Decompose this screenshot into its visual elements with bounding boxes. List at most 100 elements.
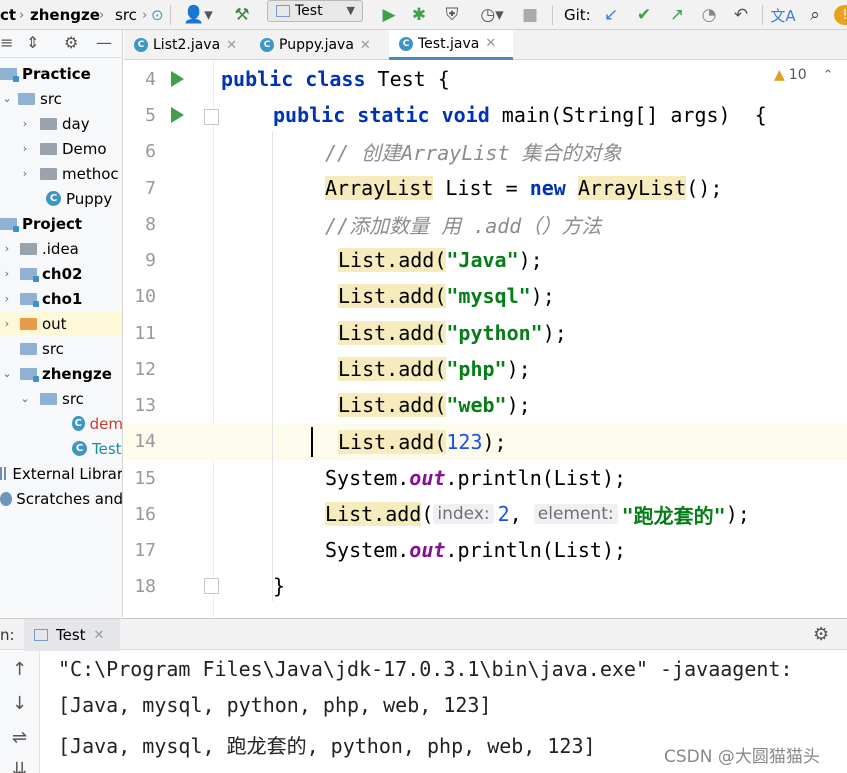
code-text: ( [421,502,434,526]
tree-item-src[interactable]: ⌄ src [0,86,122,111]
warning-icon: ▲ [774,67,785,83]
tab-label: Test.java [418,35,480,52]
keyword: class [305,67,366,91]
keyword: static [357,103,430,127]
inspection-widget[interactable]: ▲ 10 ⌃ [774,67,834,83]
code-line-7: ArrayList List = new ArrayList (); [325,170,722,206]
tree-item-ch02[interactable]: › ch02 [0,261,122,286]
user-dropdown-icon[interactable]: 👤▾ [180,3,216,27]
scroll-to-end-icon[interactable]: ⇊ [12,759,27,773]
chevron-right-icon[interactable]: › [18,167,32,180]
code-line-16: List.add(index: 2, element: "跑龙套的"); [325,496,750,532]
git-commit-check-icon[interactable]: ✔ [633,3,655,27]
soft-wrap-icon[interactable]: ⇌ [12,727,27,748]
minimize-icon[interactable]: — [96,33,112,52]
line-number: 5 [145,105,156,126]
chevron-right-icon[interactable]: › [0,267,14,280]
gear-icon[interactable]: ⚙ [64,33,78,52]
run-config-select[interactable]: Test ▼ [267,0,363,22]
tree-item-scratches[interactable]: Scratches and [0,486,122,511]
module-folder-icon [20,267,39,282]
run-icon[interactable]: ▶ [378,3,400,27]
tab-list2-java[interactable]: C List2.java ✕ [124,30,249,60]
code-editor[interactable]: 4 5 6 7 8 9 10 11 12 13 14 15 16 17 18 ▲… [124,61,847,617]
line-number: 10 [134,286,156,307]
tree-item-method[interactable]: › methoc [0,161,122,186]
line-number: 4 [145,69,156,90]
tree-item-zhengze-src[interactable]: ⌄ src [0,386,122,411]
tree-item-dem[interactable]: C dem [0,411,122,436]
tree-item-cho1[interactable]: › cho1 [0,286,122,311]
console-line: "C:\Program Files\Java\jdk-17.0.3.1\bin\… [58,657,793,681]
notification-icon[interactable]: ! [834,5,847,25]
stop-icon[interactable]: ■ [520,3,540,27]
tree-item-label: cho1 [42,289,83,308]
code-text: (); [686,176,723,200]
tree-item-demo[interactable]: › Demo [0,136,122,161]
chevron-right-icon[interactable]: › [18,117,32,130]
expand-icon[interactable]: ⇕ [26,33,39,52]
tree-item-test[interactable]: C Test [0,436,122,461]
search-icon[interactable]: ⌕ [804,3,826,27]
chevron-down-icon[interactable]: ⌄ [0,92,14,105]
code-line-8: //添加数量 用 .add（）方法 [325,206,601,242]
tree-item-zhengze[interactable]: ⌄ zhengze [0,361,122,386]
git-update-icon[interactable]: ↙ [600,3,622,27]
tree-item-src-root[interactable]: src [0,336,122,361]
arrow-down-icon[interactable]: ↓ [12,693,27,714]
tab-test-java[interactable]: C Test.java ✕ [389,30,513,60]
tree-item-idea[interactable]: › .idea [0,236,122,261]
tree-item-practice[interactable]: Practice [0,61,122,86]
fold-marker-icon[interactable] [204,109,219,125]
build-hammer-icon[interactable]: ⚒ [230,3,254,27]
code-line-6: // 创建ArrayList 集合的对象 [325,133,622,169]
chevron-right-icon[interactable]: › [18,142,32,155]
chevron-right-icon[interactable]: › [0,242,14,255]
fold-marker-icon[interactable] [204,578,219,594]
class-icon[interactable]: ⊙ [151,0,164,29]
close-icon[interactable]: ✕ [94,628,105,643]
line-number: 12 [134,359,156,380]
close-icon[interactable]: ✕ [226,38,237,53]
tree-item-puppy[interactable]: C Puppy [0,186,122,211]
breadcrumb-folder[interactable]: src [115,0,137,29]
tree-item-project[interactable]: Project [0,211,122,236]
project-panel-header: ≡ ⇕ ⚙ — [0,30,122,58]
rollback-icon[interactable]: ↶ [730,3,752,27]
breadcrumb-module[interactable]: zhengze [30,0,100,29]
run-main-icon[interactable] [171,107,184,123]
run-class-icon[interactable] [171,71,184,87]
collapse-all-icon[interactable]: ≡ [0,33,13,52]
code-line-9: List.add("Java"); [338,242,543,278]
console-line: [Java, mysql, python, php, web, 123] [58,693,492,717]
breadcrumb-project[interactable]: ct [0,0,16,29]
tree-item-day[interactable]: › day [0,111,122,136]
chevron-right-icon[interactable]: › [0,292,14,305]
code-text: .println(List); [445,538,627,562]
chevron-right-icon[interactable]: › [0,317,14,330]
watermark: CSDN @大圆猫猫头 [660,742,824,767]
tree-item-external-libraries[interactable]: External Librar [0,461,122,486]
gear-icon[interactable]: ⚙ [813,624,829,645]
tree-item-out[interactable]: › out [0,311,122,336]
tab-puppy-java[interactable]: C Puppy.java ✕ [250,30,388,60]
arrow-up-icon[interactable]: ↑ [12,659,27,680]
translate-icon[interactable]: 文A [770,3,796,27]
code-line-10: List.add("mysql"); [338,278,555,314]
java-class-icon: C [134,38,148,52]
toolbar-divider [762,5,763,25]
run-tab-test[interactable]: Test ✕ [24,619,120,651]
history-clock-icon[interactable]: ◔ [698,3,720,27]
debug-bug-icon[interactable]: ✱ [408,3,430,27]
folder-icon [20,242,37,255]
chevron-down-icon[interactable]: ⌄ [0,367,14,380]
git-push-icon[interactable]: ↗ [666,3,688,27]
coverage-icon[interactable]: ⛨ [440,3,464,27]
close-icon[interactable]: ✕ [360,38,371,53]
chevron-up-icon[interactable]: ⌃ [823,68,834,83]
close-icon[interactable]: ✕ [485,36,496,51]
tree-item-label: Demo [62,139,107,158]
tree-item-label: Puppy [66,189,113,208]
profile-dropdown-icon[interactable]: ◷▾ [472,3,512,27]
chevron-down-icon[interactable]: ⌄ [18,392,32,405]
